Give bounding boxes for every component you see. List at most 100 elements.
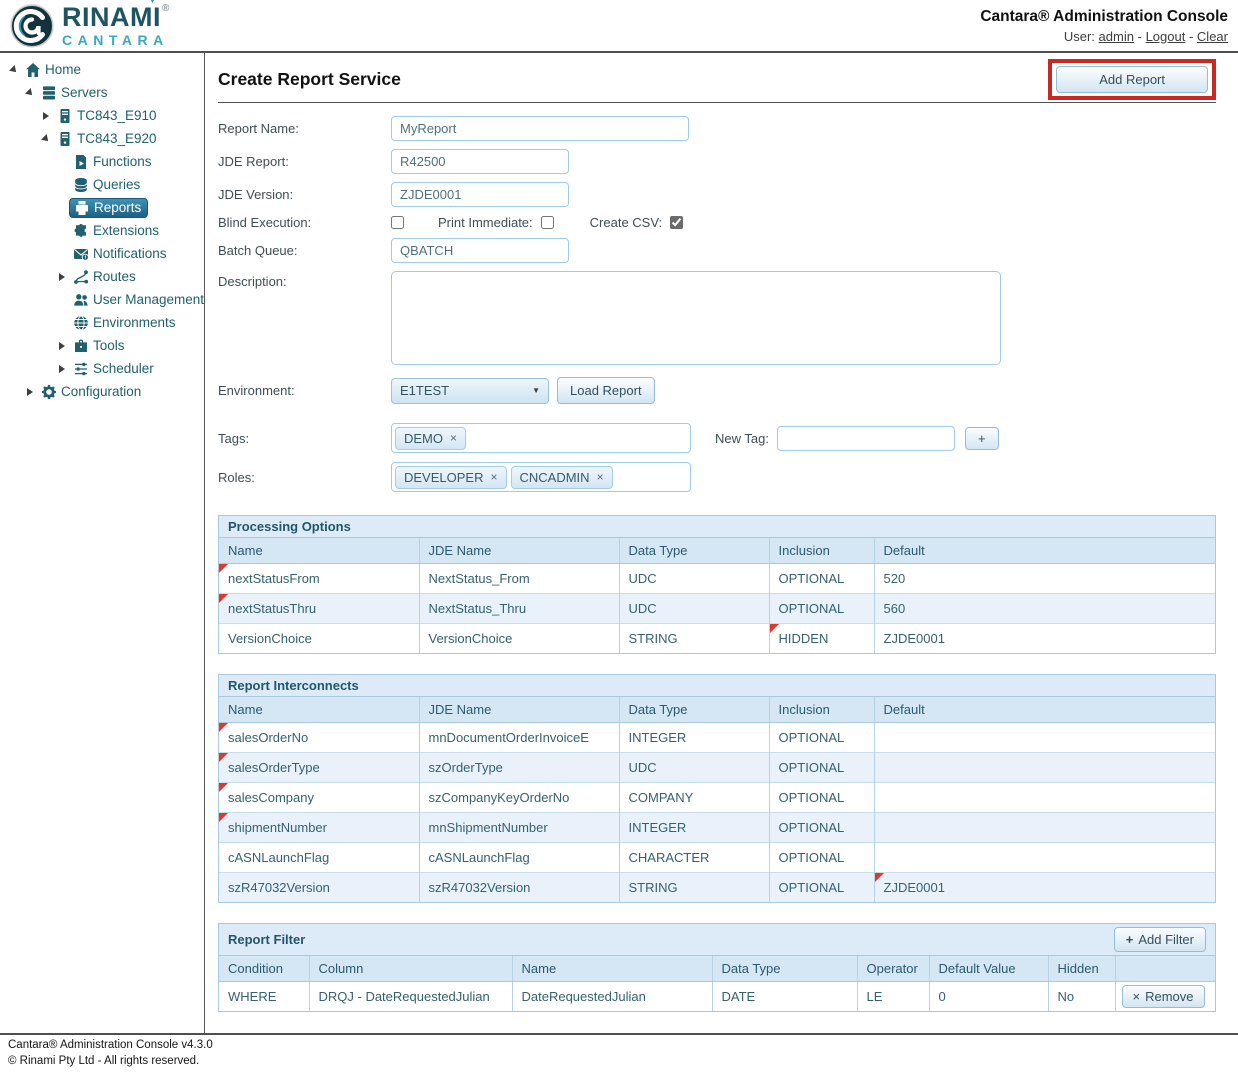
- table-cell[interactable]: STRING: [619, 624, 769, 654]
- table-cell[interactable]: WHERE: [219, 982, 309, 1012]
- table-cell[interactable]: UDC: [619, 564, 769, 594]
- table-cell[interactable]: shipmentNumber: [219, 813, 419, 843]
- tags-input[interactable]: DEMO×: [391, 423, 691, 453]
- table-cell[interactable]: OPTIONAL: [769, 813, 874, 843]
- sidebar-item-extensions[interactable]: Extensions: [0, 219, 204, 242]
- table-cell[interactable]: OPTIONAL: [769, 594, 874, 624]
- expand-toggle-icon[interactable]: [54, 269, 69, 284]
- table-cell[interactable]: HIDDEN: [769, 624, 874, 654]
- table-cell[interactable]: szR47032Version: [419, 873, 619, 903]
- collapse-toggle-icon[interactable]: [6, 62, 21, 77]
- chip-remove-icon[interactable]: ×: [490, 471, 497, 483]
- table-cell[interactable]: 0: [929, 982, 1048, 1012]
- sidebar-item-tc843-e910[interactable]: TC843_E910: [0, 104, 204, 127]
- table-cell[interactable]: VersionChoice: [419, 624, 619, 654]
- table-cell[interactable]: [874, 813, 1215, 843]
- table-cell[interactable]: DRQJ - DateRequestedJulian: [309, 982, 512, 1012]
- description-textarea[interactable]: [391, 271, 1001, 365]
- table-cell[interactable]: CHARACTER: [619, 843, 769, 873]
- table-cell[interactable]: OPTIONAL: [769, 843, 874, 873]
- table-cell[interactable]: szR47032Version: [219, 873, 419, 903]
- table-cell[interactable]: No: [1048, 982, 1115, 1012]
- table-cell[interactable]: szCompanyKeyOrderNo: [419, 783, 619, 813]
- expand-toggle-icon[interactable]: [54, 338, 69, 353]
- table-cell[interactable]: VersionChoice: [219, 624, 419, 654]
- table-cell[interactable]: NextStatus_Thru: [419, 594, 619, 624]
- sidebar-item-user-management[interactable]: User Management: [0, 288, 204, 311]
- table-cell[interactable]: ZJDE0001: [874, 873, 1215, 903]
- chip-remove-icon[interactable]: ×: [450, 432, 457, 444]
- table-cell[interactable]: INTEGER: [619, 813, 769, 843]
- table-cell[interactable]: nextStatusThru: [219, 594, 419, 624]
- chip-remove-icon[interactable]: ×: [597, 471, 604, 483]
- environment-select[interactable]: E1TEST ▼: [391, 378, 549, 404]
- expand-toggle-icon[interactable]: [54, 361, 69, 376]
- table-cell[interactable]: DateRequestedJulian: [512, 982, 712, 1012]
- sidebar-item-routes[interactable]: Routes: [0, 265, 204, 288]
- table-cell[interactable]: [874, 843, 1215, 873]
- sidebar-item-tools[interactable]: Tools: [0, 334, 204, 357]
- sidebar-item-reports[interactable]: Reports: [0, 196, 204, 219]
- roles-input[interactable]: DEVELOPER×CNCADMIN×: [391, 462, 691, 492]
- sidebar-item-home[interactable]: Home: [0, 58, 204, 81]
- table-cell[interactable]: [874, 723, 1215, 753]
- table-cell[interactable]: mnShipmentNumber: [419, 813, 619, 843]
- table-cell[interactable]: NextStatus_From: [419, 564, 619, 594]
- add-filter-button[interactable]: +Add Filter: [1114, 927, 1206, 952]
- table-cell[interactable]: STRING: [619, 873, 769, 903]
- clear-link[interactable]: Clear: [1197, 29, 1228, 44]
- sidebar-item-servers[interactable]: Servers: [0, 81, 204, 104]
- sidebar-item-tc843-e920[interactable]: TC843_E920: [0, 127, 204, 150]
- blind-execution-checkbox[interactable]: [391, 216, 404, 229]
- table-cell[interactable]: INTEGER: [619, 723, 769, 753]
- collapse-toggle-icon[interactable]: [38, 131, 53, 146]
- logout-link[interactable]: Logout: [1146, 29, 1186, 44]
- table-cell[interactable]: OPTIONAL: [769, 564, 874, 594]
- table-cell[interactable]: nextStatusFrom: [219, 564, 419, 594]
- table-cell[interactable]: OPTIONAL: [769, 753, 874, 783]
- table-cell[interactable]: salesOrderNo: [219, 723, 419, 753]
- table-cell[interactable]: [874, 753, 1215, 783]
- table-cell[interactable]: LE: [857, 982, 929, 1012]
- new-tag-input[interactable]: [777, 426, 955, 451]
- user-link[interactable]: admin: [1099, 29, 1134, 44]
- table-cell[interactable]: szOrderType: [419, 753, 619, 783]
- table-cell[interactable]: cASNLaunchFlag: [219, 843, 419, 873]
- collapse-toggle-icon[interactable]: [22, 85, 37, 100]
- table-cell[interactable]: mnDocumentOrderInvoiceE: [419, 723, 619, 753]
- sidebar-item-configuration[interactable]: Configuration: [0, 380, 204, 403]
- sidebar-item-notifications[interactable]: Notifications: [0, 242, 204, 265]
- table-cell[interactable]: UDC: [619, 753, 769, 783]
- table-cell[interactable]: cASNLaunchFlag: [419, 843, 619, 873]
- table-cell[interactable]: UDC: [619, 594, 769, 624]
- create-csv-checkbox[interactable]: [670, 216, 683, 229]
- table-row: salesOrderTypeszOrderTypeUDCOPTIONAL: [219, 753, 1215, 783]
- table-cell[interactable]: 520: [874, 564, 1215, 594]
- table-cell[interactable]: OPTIONAL: [769, 723, 874, 753]
- expand-toggle-icon[interactable]: [38, 108, 53, 123]
- sidebar-item-queries[interactable]: Queries: [0, 173, 204, 196]
- add-report-button[interactable]: Add Report: [1056, 66, 1208, 93]
- table-cell[interactable]: OPTIONAL: [769, 873, 874, 903]
- navigation-tree: HomeServersTC843_E910TC843_E920Functions…: [0, 53, 205, 1033]
- table-cell[interactable]: salesOrderType: [219, 753, 419, 783]
- table-cell[interactable]: COMPANY: [619, 783, 769, 813]
- sidebar-item-functions[interactable]: Functions: [0, 150, 204, 173]
- load-report-button[interactable]: Load Report: [557, 377, 655, 404]
- table-cell[interactable]: [874, 783, 1215, 813]
- sidebar-item-environments[interactable]: Environments: [0, 311, 204, 334]
- table-cell[interactable]: ZJDE0001: [874, 624, 1215, 654]
- table-cell[interactable]: salesCompany: [219, 783, 419, 813]
- batch-queue-input[interactable]: [391, 238, 569, 263]
- print-immediate-checkbox[interactable]: [541, 216, 554, 229]
- sidebar-item-scheduler[interactable]: Scheduler: [0, 357, 204, 380]
- table-cell[interactable]: 560: [874, 594, 1215, 624]
- table-cell[interactable]: DATE: [712, 982, 857, 1012]
- jde-version-input[interactable]: [391, 182, 569, 207]
- expand-toggle-icon[interactable]: [22, 384, 37, 399]
- table-cell[interactable]: OPTIONAL: [769, 783, 874, 813]
- jde-report-input[interactable]: [391, 149, 569, 174]
- report-name-input[interactable]: [391, 116, 689, 141]
- remove-filter-button[interactable]: ×Remove: [1122, 985, 1205, 1008]
- add-tag-button[interactable]: +: [965, 427, 999, 450]
